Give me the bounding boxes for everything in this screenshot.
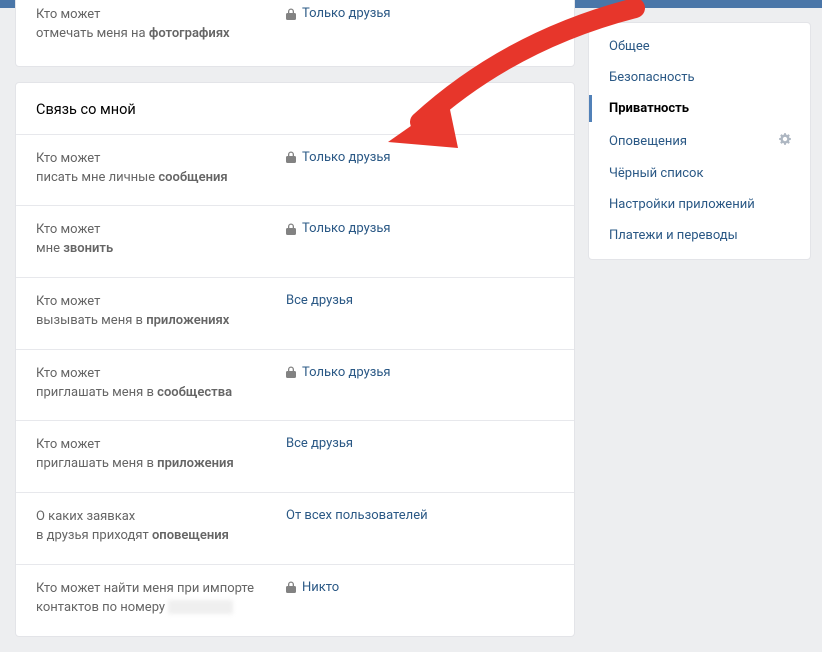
panel-top: Кто может отмечать меня на фотографиях Т…: [15, 0, 575, 67]
section-title: Связь со мной: [16, 83, 574, 135]
sidebar-item[interactable]: Общее: [589, 31, 810, 62]
lock-icon: [286, 151, 296, 163]
setting-label: Кто можетписать мне личные сообщения: [36, 150, 286, 188]
value-text: От всех пользователей: [286, 508, 428, 523]
label-line1: Кто может: [36, 150, 276, 169]
panel-contact: Связь со мной Кто можетписать мне личные…: [15, 82, 575, 637]
sidebar-item[interactable]: Платежи и переводы: [589, 220, 810, 251]
setting-label: Кто может отмечать меня на фотографиях: [36, 6, 286, 44]
value-text: Только друзья: [302, 365, 391, 380]
setting-label: Кто можетвызывать меня в приложениях: [36, 293, 286, 331]
setting-label: Кто можетприглашать меня в сообщества: [36, 365, 286, 403]
label-line1: Кто может: [36, 365, 276, 384]
label-line1: Кто может: [36, 293, 276, 312]
setting-value[interactable]: Все друзья: [286, 436, 554, 451]
sidebar-item[interactable]: Чёрный список: [589, 158, 810, 189]
setting-row: Кто можетприглашать меня в приложенияВсе…: [16, 420, 574, 492]
setting-value[interactable]: Только друзья: [286, 6, 554, 21]
sidebar-item-label: Оповещения: [609, 134, 687, 149]
label-line1: О каких заявках: [36, 508, 276, 527]
label-line1: Кто может найти меня при импорте: [36, 580, 276, 599]
value-text: Только друзья: [302, 6, 391, 21]
setting-row: Кто может найти меня при импортеконтакто…: [16, 564, 574, 636]
setting-row: Кто можетвызывать меня в приложенияхВсе …: [16, 277, 574, 349]
sidebar-item-label: Приватность: [609, 101, 689, 116]
label-line2: мне звонить: [36, 240, 276, 259]
setting-row: Кто может отмечать меня на фотографиях Т…: [16, 0, 574, 62]
setting-row: Кто можетмне звонить Только друзья: [16, 205, 574, 277]
setting-value[interactable]: От всех пользователей: [286, 508, 554, 523]
setting-label: Кто можетмне звонить: [36, 221, 286, 259]
sidebar-item-label: Платежи и переводы: [609, 228, 738, 243]
sidebar-item[interactable]: Безопасность: [589, 62, 810, 93]
setting-label: Кто может найти меня при импортеконтакто…: [36, 580, 286, 618]
setting-label: Кто можетприглашать меня в приложения: [36, 436, 286, 474]
lock-icon: [286, 581, 296, 593]
lock-icon: [286, 223, 296, 235]
setting-row: Кто можетписать мне личные сообщения Толь…: [16, 135, 574, 206]
label-line1: Кто может: [36, 221, 276, 240]
label-line2: писать мне личные сообщения: [36, 169, 276, 188]
main-content: Кто может отмечать меня на фотографиях Т…: [15, 0, 575, 652]
setting-value[interactable]: Никто: [286, 580, 554, 595]
label-line2: вызывать меня в приложениях: [36, 312, 276, 331]
label-line2: контактов по номеру: [36, 599, 276, 618]
value-text: Только друзья: [302, 221, 391, 236]
sidebar-item-label: Чёрный список: [609, 166, 703, 181]
lock-icon: [286, 366, 296, 378]
label-line2: в друзья приходят оповещения: [36, 527, 276, 546]
sidebar-item[interactable]: Приватность: [589, 93, 810, 124]
value-text: Все друзья: [286, 293, 353, 308]
gear-icon[interactable]: [778, 132, 792, 150]
lock-icon: [286, 8, 296, 20]
sidebar-item[interactable]: Настройки приложений: [589, 189, 810, 220]
setting-value[interactable]: Только друзья: [286, 150, 554, 165]
setting-row: О каких заявкахв друзья приходят оповеще…: [16, 492, 574, 564]
label-line1: Кто может: [36, 436, 276, 455]
sidebar-item[interactable]: Оповещения: [589, 124, 810, 158]
phone-blur: [168, 600, 233, 614]
value-text: Никто: [302, 580, 339, 595]
setting-label: О каких заявкахв друзья приходят оповеще…: [36, 508, 286, 546]
value-text: Все друзья: [286, 436, 353, 451]
label-line2: отмечать меня на фотографиях: [36, 25, 276, 44]
label-line2: приглашать меня в сообщества: [36, 384, 276, 403]
sidebar-item-label: Безопасность: [609, 70, 695, 85]
setting-value[interactable]: Только друзья: [286, 221, 554, 236]
rows-container: Кто можетписать мне личные сообщенияТоль…: [16, 135, 574, 636]
sidebar-item-label: Общее: [609, 39, 650, 54]
value-text: Только друзья: [302, 150, 391, 165]
setting-row: Кто можетприглашать меня в сообщества Тол…: [16, 349, 574, 421]
label-line1: Кто может: [36, 6, 276, 25]
setting-value[interactable]: Только друзья: [286, 365, 554, 380]
label-line2: приглашать меня в приложения: [36, 455, 276, 474]
settings-sidebar: Общее Безопасность Приватность Оповещения Чё…: [588, 22, 811, 260]
sidebar-item-label: Настройки приложений: [609, 197, 755, 212]
setting-value[interactable]: Все друзья: [286, 293, 554, 308]
